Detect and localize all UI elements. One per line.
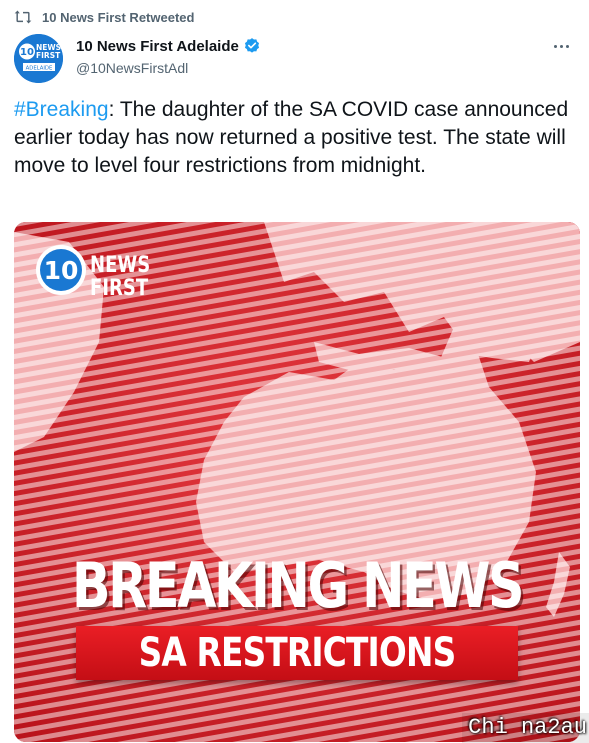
hashtag-link[interactable]: #Breaking xyxy=(14,98,109,121)
breaking-news-headline: BREAKING NEWS xyxy=(71,549,525,622)
more-options-button[interactable] xyxy=(549,38,573,54)
retweet-label: 10 News First Retweeted xyxy=(42,9,195,25)
avatar-first: FIRST xyxy=(36,51,61,60)
retweet-header[interactable]: 10 News First Retweeted xyxy=(14,8,194,26)
avatar-adelaide: ADELAIDE xyxy=(26,65,53,71)
display-name[interactable]: 10 News First Adelaide xyxy=(76,38,239,55)
retweet-icon xyxy=(14,10,32,24)
verified-badge-icon xyxy=(244,38,259,53)
more-dot-icon xyxy=(553,44,557,48)
avatar[interactable]: 10 NEWS FIRST ADELAIDE xyxy=(14,34,63,83)
news-first-logo: 10 NEWS FIRST xyxy=(34,242,159,302)
subheadline-bar: SA RESTRICTIONS xyxy=(76,626,518,680)
logo-number: 10 xyxy=(44,256,79,285)
more-dot-icon xyxy=(565,44,569,48)
logo-first: FIRST xyxy=(90,274,148,300)
subheadline-text: SA RESTRICTIONS xyxy=(138,630,457,676)
author-block[interactable]: 10 News First Adelaide @10NewsFirstAdl xyxy=(76,37,261,76)
watermark: Chi na2au xyxy=(462,713,589,743)
avatar-number: 10 xyxy=(20,47,34,58)
author-handle[interactable]: @10NewsFirstAdl xyxy=(76,60,261,76)
tweet-text: #Breaking: The daughter of the SA COVID … xyxy=(14,96,574,180)
tweet-media[interactable]: 10 NEWS FIRST BREAKING NEWS SA RESTRICTI… xyxy=(14,222,580,742)
more-dot-icon xyxy=(559,44,563,48)
